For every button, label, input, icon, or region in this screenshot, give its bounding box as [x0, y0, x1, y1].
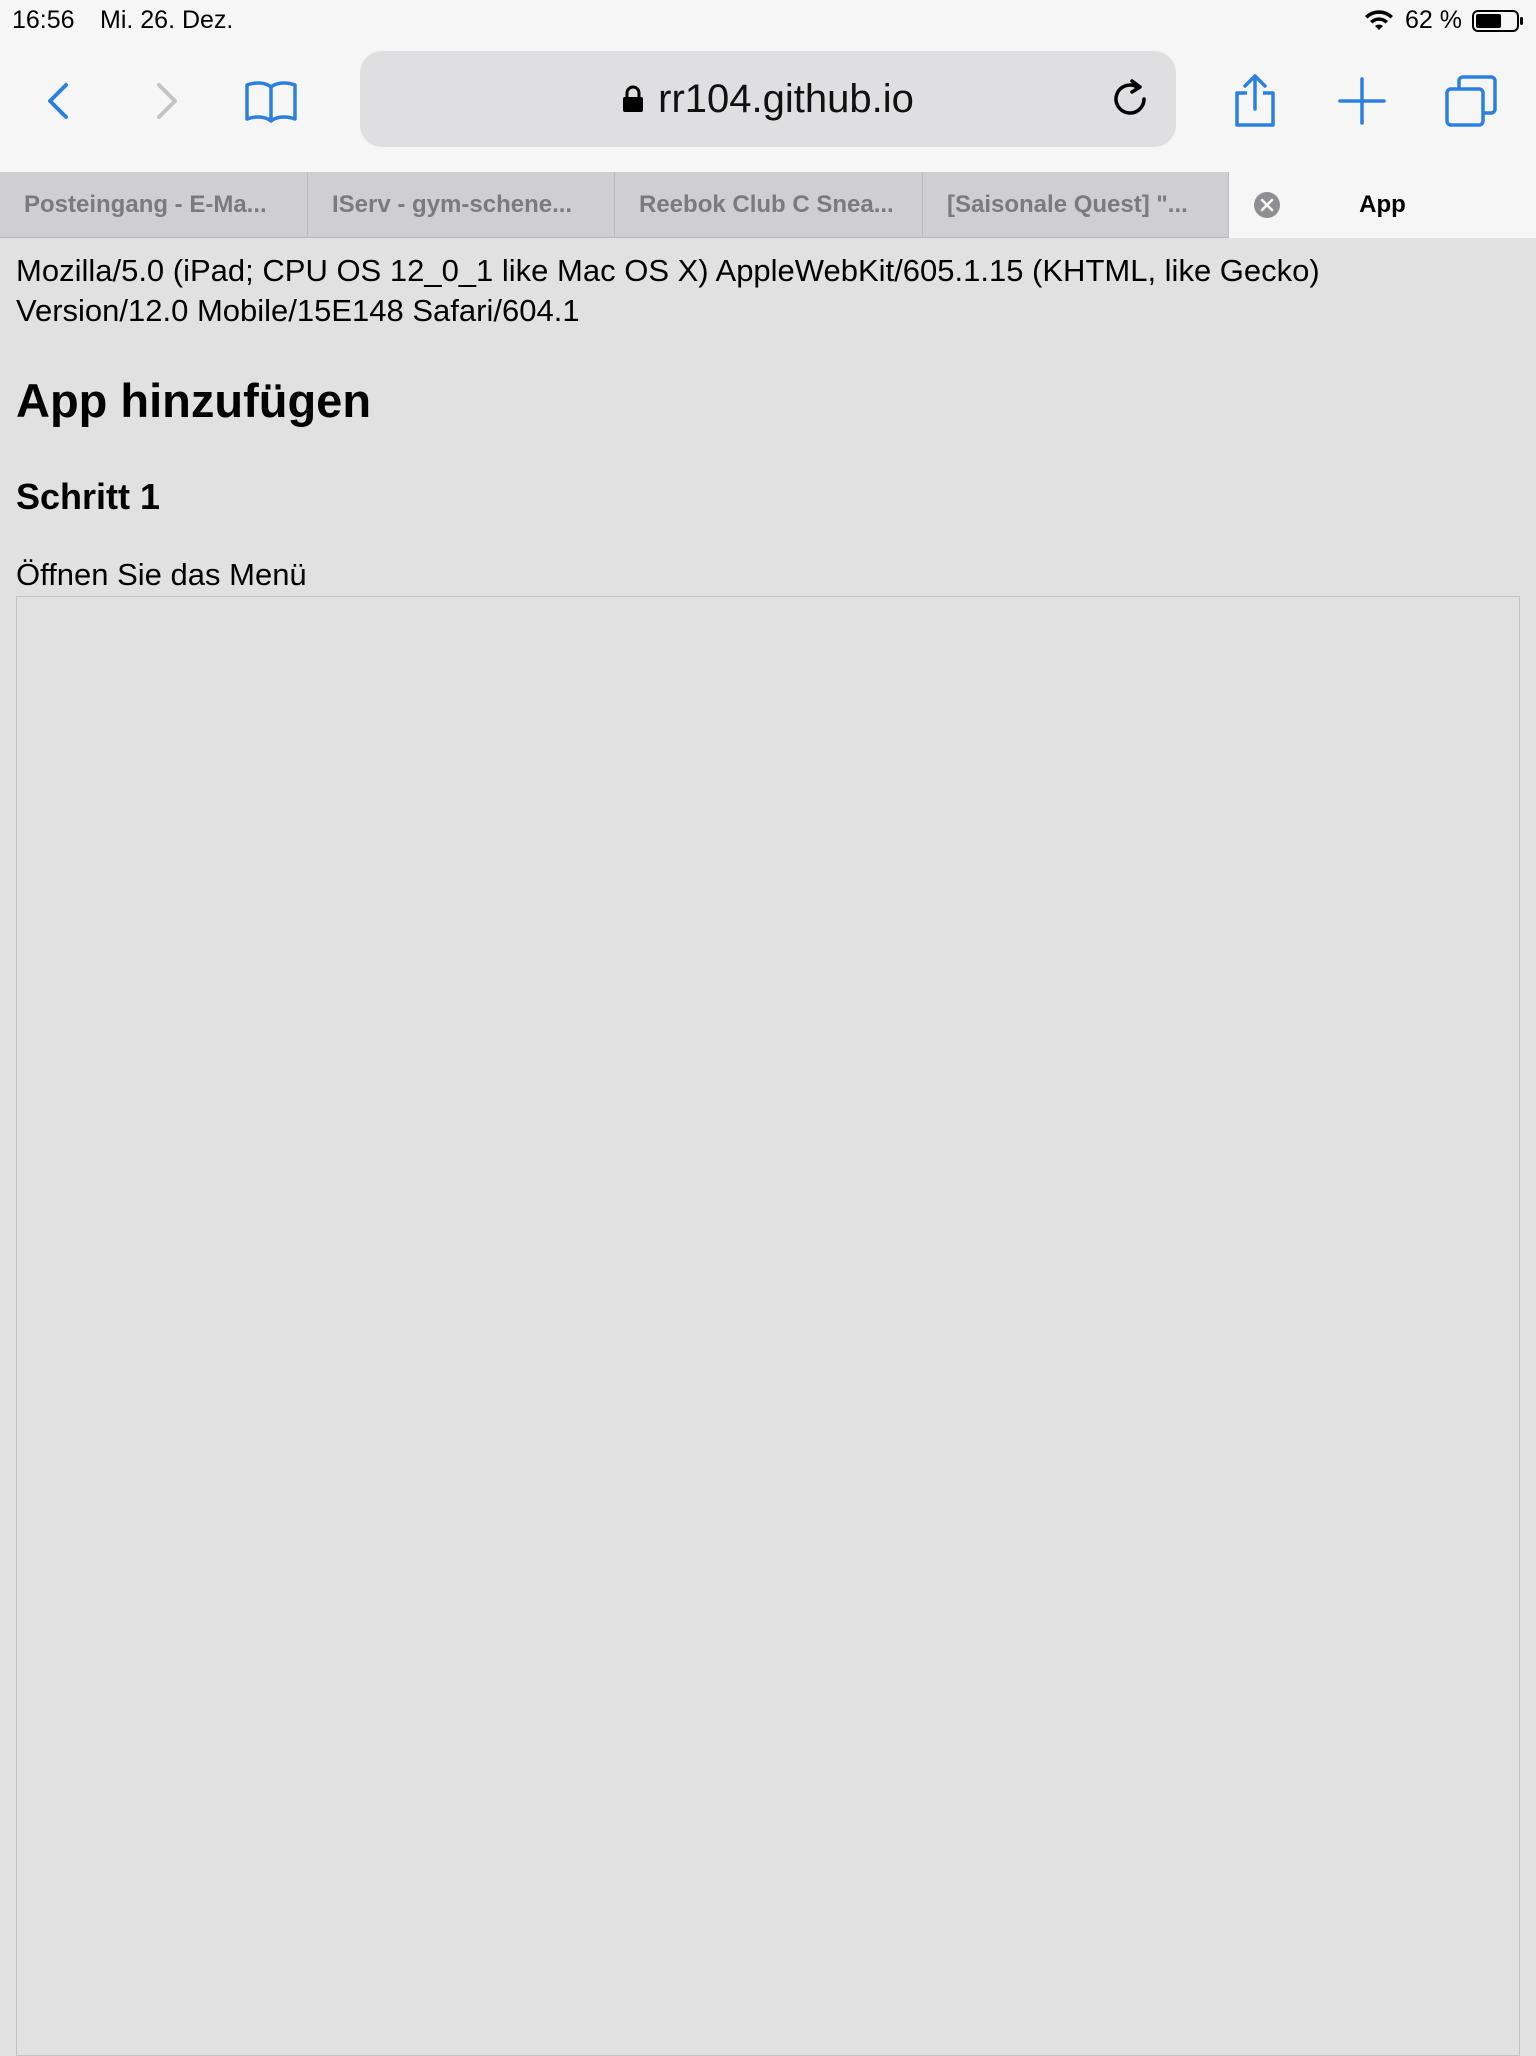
tab-label: App [1359, 191, 1406, 218]
plus-icon [1338, 77, 1386, 125]
tab-strip: Posteingang - E-Ma... IServ - gym-schene… [0, 172, 1536, 238]
user-agent-line-1: Mozilla/5.0 (iPad; CPU OS 12_0_1 like Ma… [16, 253, 1320, 288]
chevron-right-icon [157, 83, 177, 119]
tab-iserv[interactable]: IServ - gym-schene... [308, 172, 615, 238]
status-indicators: 62 % [1363, 6, 1524, 35]
tab-label: [Saisonale Quest] "... [947, 191, 1188, 218]
tab-reebok[interactable]: Reebok Club C Snea... [615, 172, 923, 238]
battery-icon [1472, 9, 1523, 32]
reload-icon[interactable] [1106, 75, 1154, 123]
share-icon [1235, 74, 1275, 127]
page-title: App hinzufügen [16, 374, 372, 427]
status-date: Mi. 26. Dez. [100, 6, 234, 34]
step-heading: Schritt 1 [16, 476, 161, 517]
wifi-icon [1365, 9, 1394, 30]
tabs-overview-button[interactable] [1436, 66, 1506, 136]
tab-label: Reebok Club C Snea... [639, 191, 894, 218]
tab-saisonale-quest[interactable]: [Saisonale Quest] "... [923, 172, 1229, 238]
address-bar[interactable]: rr104.github.io [360, 51, 1176, 147]
tab-posteingang[interactable]: Posteingang - E-Ma... [0, 172, 308, 238]
status-bar: 16:56 Mi. 26. Dez. 62 % [0, 0, 1536, 42]
new-tab-button[interactable] [1327, 66, 1397, 136]
share-button[interactable] [1220, 66, 1290, 136]
embedded-frame [16, 596, 1520, 2056]
url-text: rr104.github.io [658, 76, 914, 121]
step-instruction: Öffnen Sie das Menü [16, 557, 307, 592]
user-agent-text: Mozilla/5.0 (iPad; CPU OS 12_0_1 like Ma… [16, 251, 1520, 331]
tab-app[interactable]: App [1229, 172, 1536, 238]
back-button[interactable] [25, 66, 95, 136]
close-tab-icon[interactable] [1253, 191, 1281, 219]
forward-button[interactable] [130, 66, 200, 136]
battery-percentage: 62 % [1405, 6, 1462, 34]
user-agent-line-2: Version/12.0 Mobile/15E148 Safari/604.1 [16, 293, 580, 328]
bookmarks-button[interactable] [236, 66, 306, 136]
open-book-icon [245, 81, 297, 123]
web-content: Mozilla/5.0 (iPad; CPU OS 12_0_1 like Ma… [0, 239, 1536, 2056]
tabs-overview-icon [1445, 75, 1497, 127]
tab-label: Posteingang - E-Ma... [24, 191, 267, 218]
browser-toolbar: rr104.github.io [0, 42, 1536, 172]
status-time: 16:56 [12, 6, 75, 34]
tab-label: IServ - gym-schene... [332, 191, 573, 218]
lock-icon [623, 85, 644, 112]
chevron-left-icon [48, 83, 68, 119]
